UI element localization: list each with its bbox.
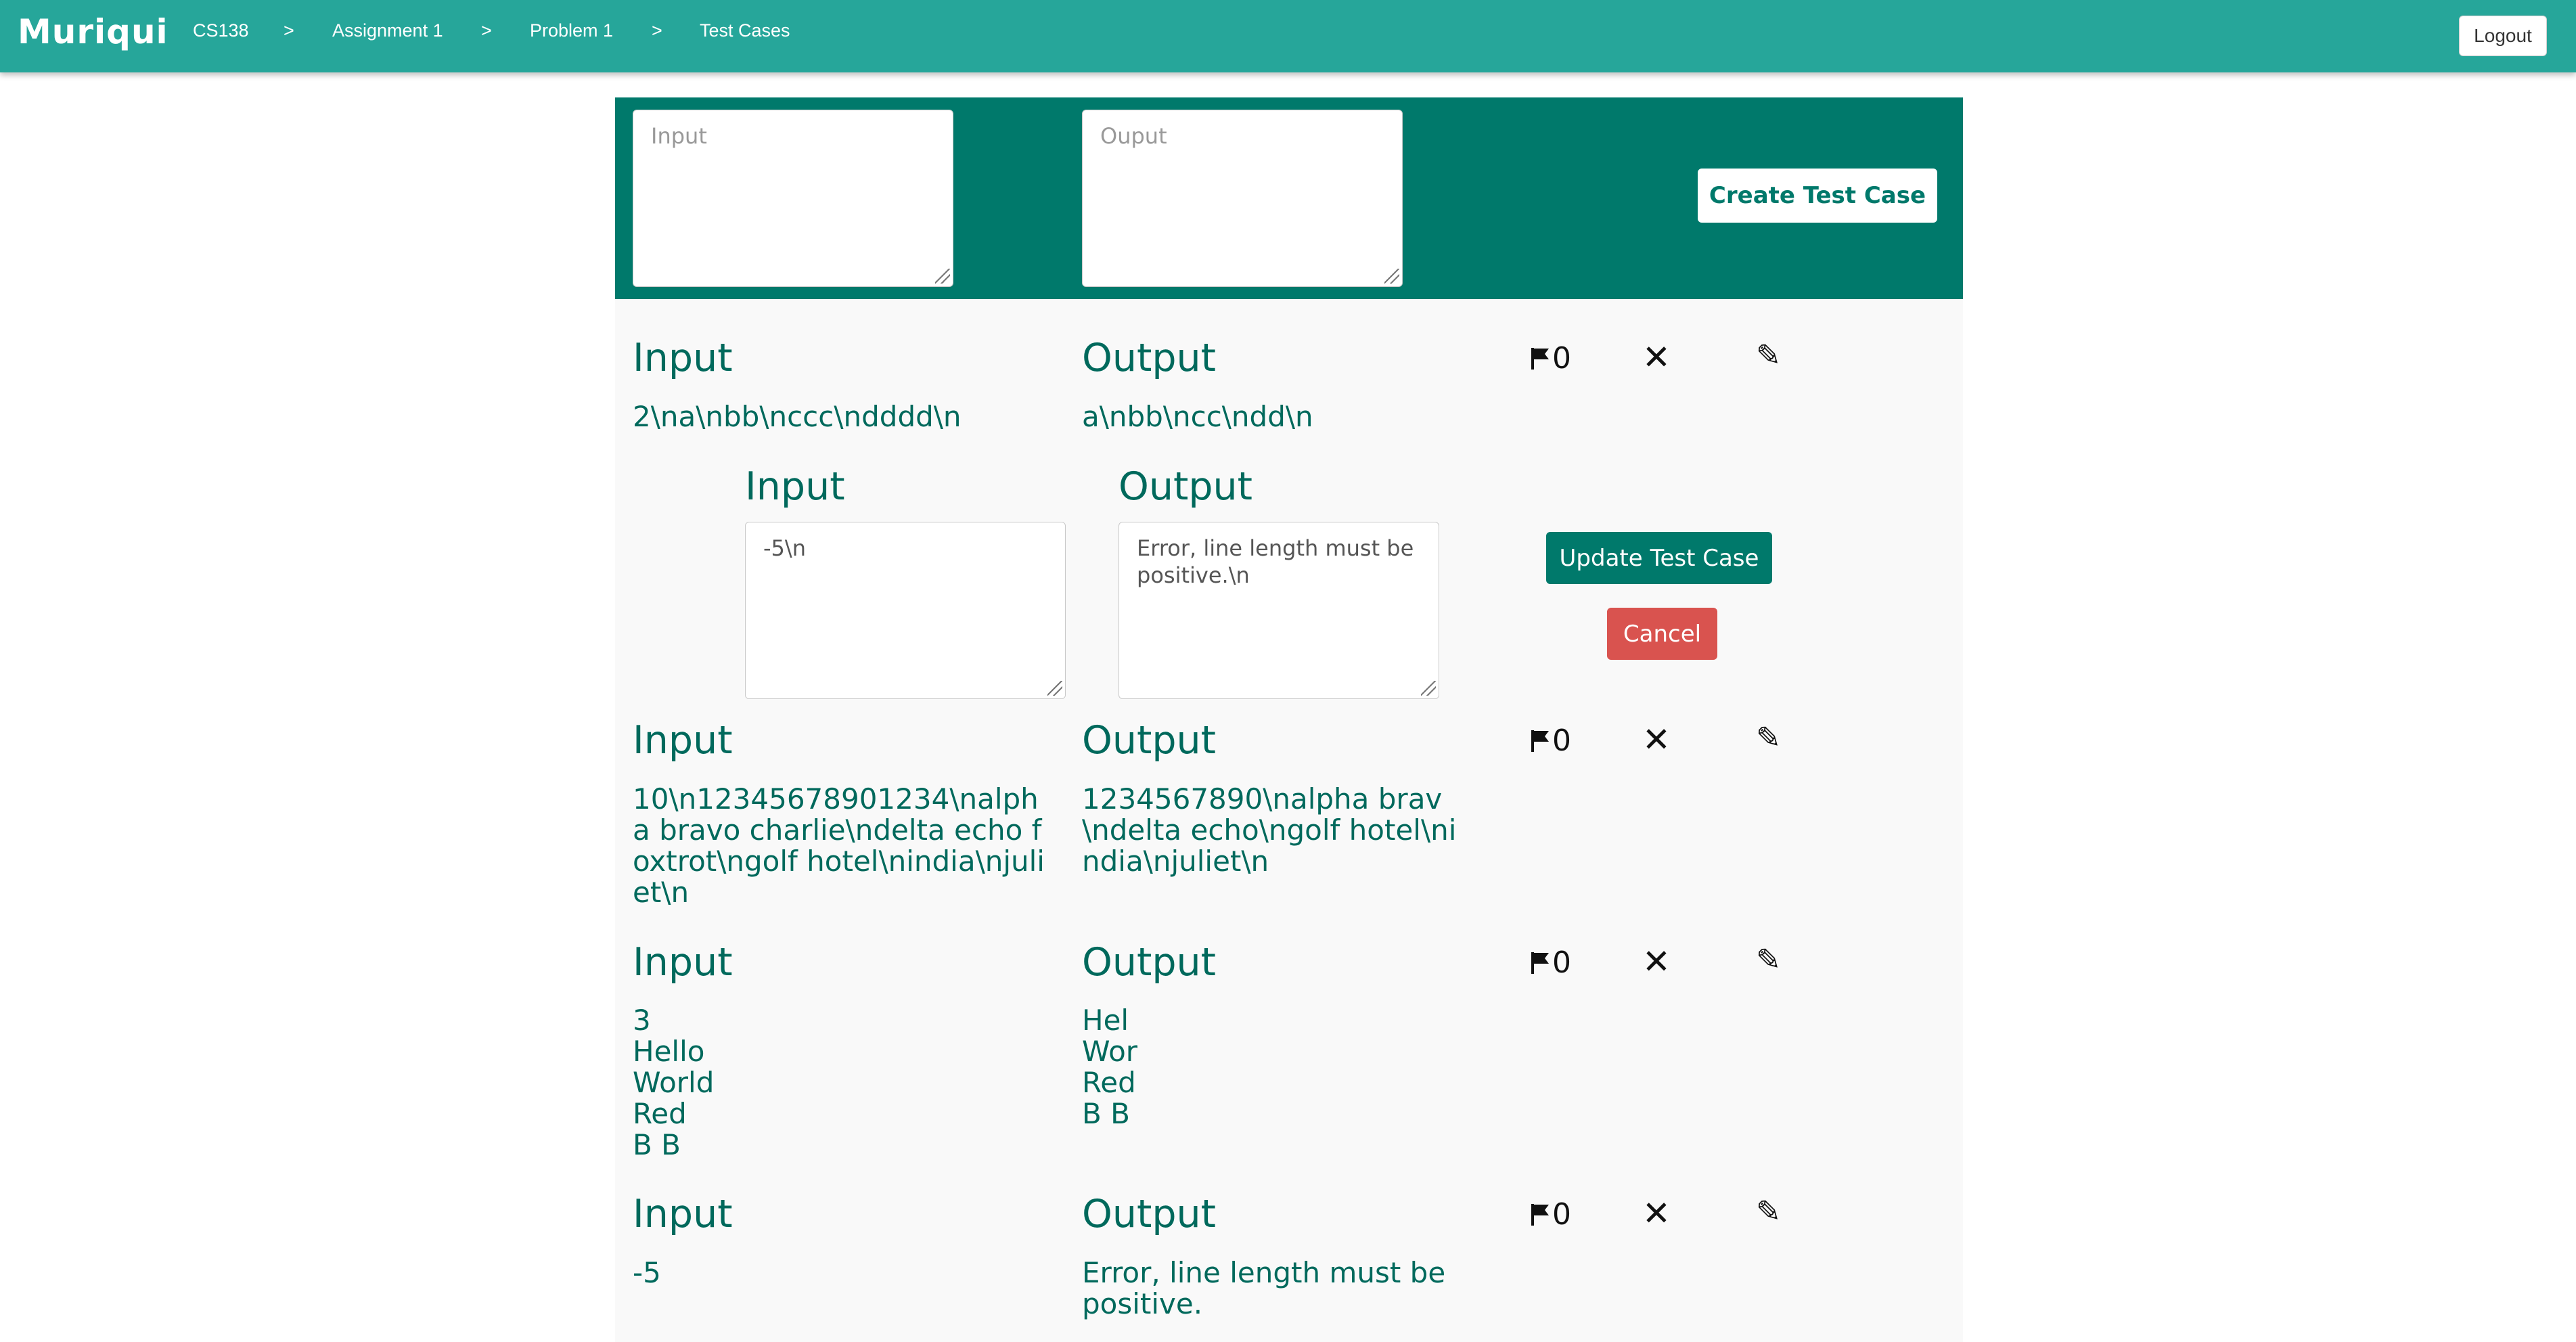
test-case-output: Error, line length must be positive. bbox=[1082, 1256, 1455, 1320]
update-test-case-button[interactable]: Update Test Case bbox=[1546, 532, 1772, 584]
flag-button[interactable]: 0 bbox=[1531, 341, 1571, 376]
cancel-button[interactable]: Cancel bbox=[1607, 608, 1717, 660]
breadcrumb-test-cases[interactable]: Test Cases bbox=[700, 20, 790, 41]
output-heading: Output bbox=[1082, 336, 1216, 380]
new-input-textarea[interactable]: Input bbox=[633, 110, 953, 287]
breadcrumb-separator: > bbox=[652, 20, 662, 41]
flag-count: 0 bbox=[1552, 341, 1571, 376]
input-heading: Input bbox=[633, 718, 733, 763]
flag-button[interactable]: 0 bbox=[1531, 945, 1571, 980]
logout-button[interactable]: Logout bbox=[2459, 16, 2547, 56]
flag-icon bbox=[1531, 347, 1549, 370]
brand-logo[interactable]: Muriqui bbox=[18, 12, 168, 51]
edit-output-textarea[interactable]: Error, line length must be positive.\n bbox=[1118, 522, 1439, 699]
top-navbar: Muriqui CS138 > Assignment 1 > Problem 1… bbox=[0, 0, 2576, 72]
flag-count: 0 bbox=[1552, 945, 1571, 980]
close-icon[interactable]: ✕ bbox=[1642, 338, 1671, 377]
output-heading: Output bbox=[1082, 1192, 1216, 1236]
resize-handle-icon[interactable] bbox=[1421, 681, 1436, 696]
flag-count: 0 bbox=[1552, 723, 1571, 758]
breadcrumb-course[interactable]: CS138 bbox=[193, 20, 249, 41]
flag-icon bbox=[1531, 952, 1549, 974]
input-heading: Input bbox=[633, 1192, 733, 1236]
test-case-output: 1234567890\nalpha brav\ndelta echo\ngolf… bbox=[1082, 782, 1457, 878]
resize-handle-icon[interactable] bbox=[1384, 269, 1399, 284]
test-case-output: Hel Wor Red B B bbox=[1082, 1004, 1138, 1130]
test-case-input: -5 bbox=[633, 1256, 661, 1289]
breadcrumb-separator: > bbox=[481, 20, 492, 41]
new-output-textarea[interactable]: Ouput bbox=[1082, 110, 1403, 287]
test-case-output: a\nbb\ncc\ndd\n bbox=[1082, 400, 1313, 433]
flag-icon bbox=[1531, 1203, 1549, 1226]
test-cases-container: Input Ouput Create Test Case Input Outpu… bbox=[615, 97, 1963, 1342]
pencil-icon[interactable]: ✎ bbox=[1756, 943, 1781, 977]
breadcrumb-problem[interactable]: Problem 1 bbox=[530, 20, 613, 41]
edit-input-textarea[interactable]: -5\n bbox=[745, 522, 1066, 699]
pencil-icon[interactable]: ✎ bbox=[1756, 1194, 1781, 1229]
breadcrumb-separator: > bbox=[284, 20, 294, 41]
create-test-case-panel: Input Ouput Create Test Case bbox=[615, 97, 1963, 299]
output-heading: Output bbox=[1082, 940, 1216, 985]
input-heading: Input bbox=[633, 940, 733, 985]
test-case-input: 3 Hello World Red B B bbox=[633, 1004, 715, 1161]
resize-handle-icon[interactable] bbox=[935, 269, 950, 284]
flag-icon bbox=[1531, 730, 1549, 752]
edit-output-heading: Output bbox=[1118, 464, 1252, 509]
input-heading: Input bbox=[633, 336, 733, 380]
pencil-icon[interactable]: ✎ bbox=[1756, 721, 1781, 755]
close-icon[interactable]: ✕ bbox=[1642, 720, 1671, 759]
output-heading: Output bbox=[1082, 718, 1216, 763]
test-case-input: 2\na\nbb\nccc\ndddd\n bbox=[633, 400, 962, 433]
test-case-input: 10\n12345678901234\nalpha bravo charlie\… bbox=[633, 782, 1045, 909]
edit-input-heading: Input bbox=[745, 464, 845, 509]
pencil-icon[interactable]: ✎ bbox=[1756, 338, 1781, 373]
breadcrumb-assignment[interactable]: Assignment 1 bbox=[332, 20, 443, 41]
close-icon[interactable]: ✕ bbox=[1642, 942, 1671, 981]
create-test-case-button[interactable]: Create Test Case bbox=[1698, 169, 1937, 223]
close-icon[interactable]: ✕ bbox=[1642, 1194, 1671, 1233]
flag-button[interactable]: 0 bbox=[1531, 1197, 1571, 1232]
flag-count: 0 bbox=[1552, 1197, 1571, 1232]
flag-button[interactable]: 0 bbox=[1531, 723, 1571, 758]
resize-handle-icon[interactable] bbox=[1047, 681, 1062, 696]
